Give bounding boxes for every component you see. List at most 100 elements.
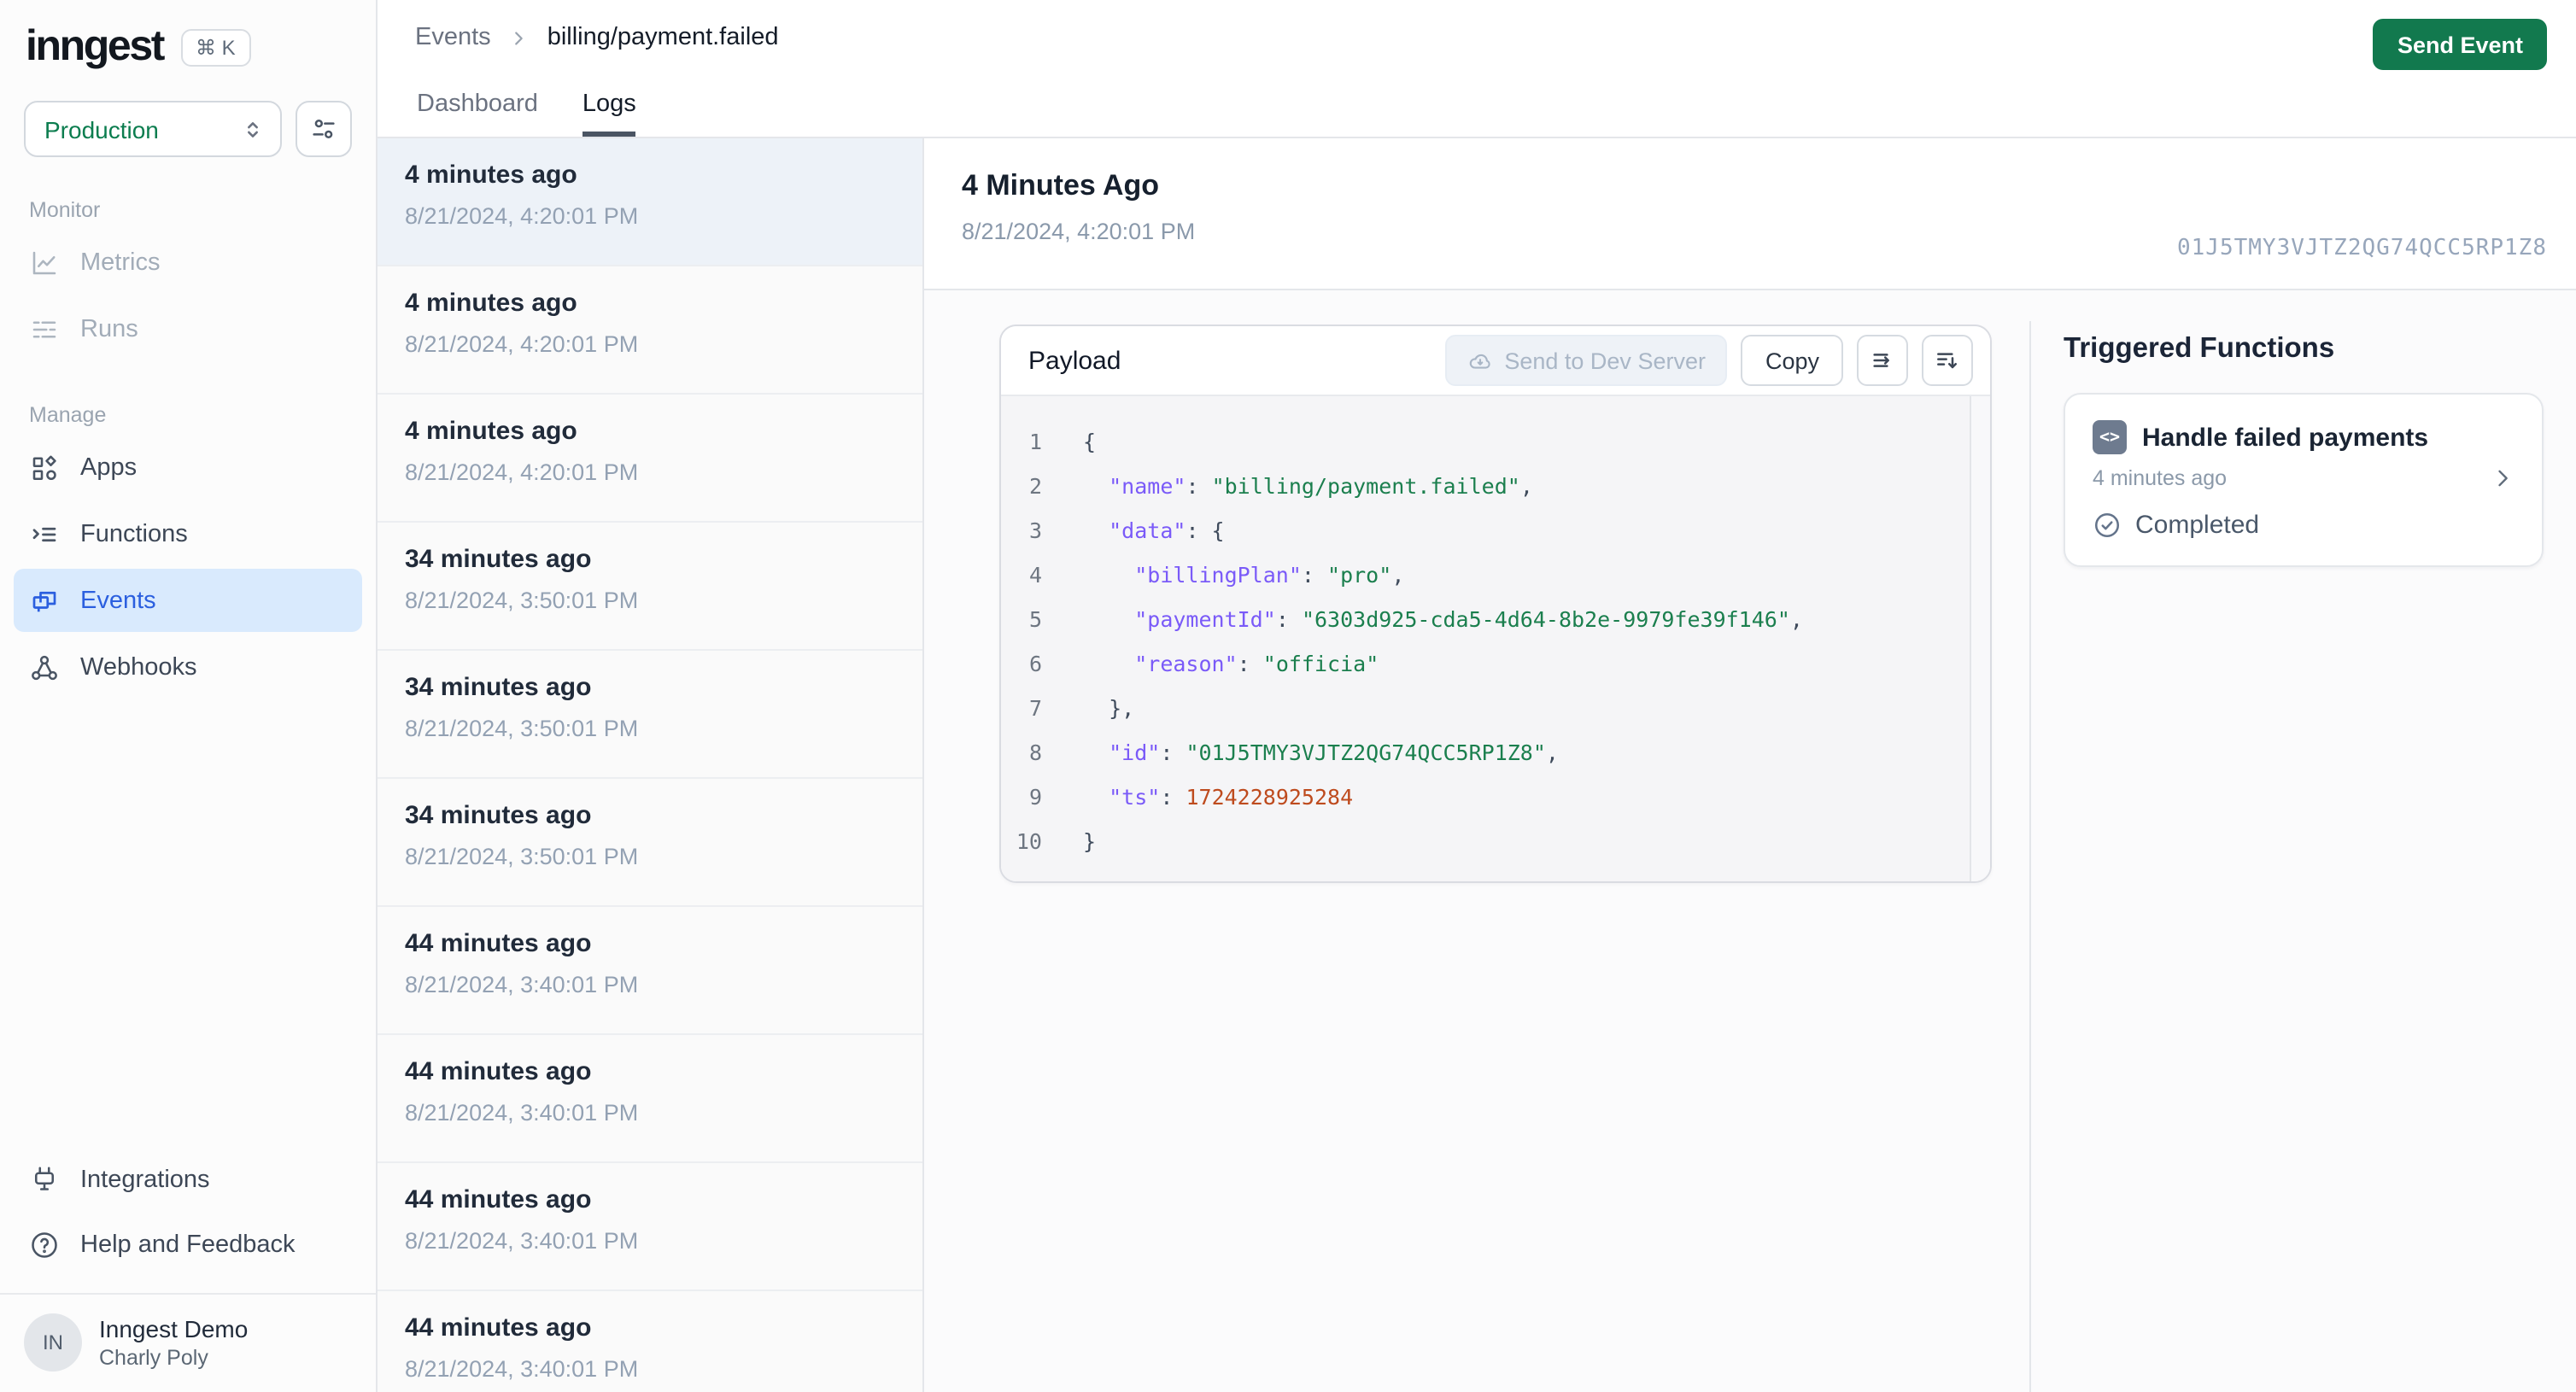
event-relative-time: 4 minutes ago [405,417,577,446]
event-list-item[interactable]: 44 minutes ago 8/21/2024, 3:40:01 PM [378,1035,922,1163]
payload-code-line: 9 "ts": 1724228925284 [1001,774,1990,818]
topbar: Events billing/payment.failed Dashboard … [378,0,2576,138]
scroll-to-bottom-button[interactable] [1922,335,1973,386]
sidebar-item-webhooks[interactable]: Webhooks [14,635,362,699]
line-content: "paymentId": "6303d925-cda5-4d64-8b2e-99… [1134,605,1803,631]
line-content: { [1083,428,1097,453]
event-timestamp: 8/21/2024, 3:40:01 PM [405,1100,639,1126]
word-wrap-button[interactable] [1857,335,1908,386]
payload-code-area: 1 { 2 "name": "billing/payment.failed", … [1001,396,1990,881]
event-list-item[interactable]: 44 minutes ago 8/21/2024, 3:40:01 PM [378,1163,922,1291]
sidebar-item-label: Events [80,587,156,614]
inngest-app: inngest ⌘ K Production Monitor Metrics R… [0,0,2576,1392]
sliders-icon [309,114,338,143]
command-k-shortcut[interactable]: ⌘ K [180,28,251,66]
function-run-time: 4 minutes ago [2093,466,2228,490]
line-content: "id": "01J5TMY3VJTZ2QG74QCC5RP1Z8", [1109,739,1559,764]
sidebar-item-label: Apps [80,453,138,481]
sidebar-item-label: Metrics [80,249,161,276]
triggered-function-card[interactable]: <> Handle failed payments 4 minutes ago [2064,393,2544,567]
line-number: 7 [1028,694,1042,720]
avatar: IN [24,1313,82,1372]
payload-code-line: 3 "data": { [1001,507,1990,552]
event-timestamp: 8/21/2024, 4:20:01 PM [405,203,639,229]
scroll-to-bottom-icon [1934,347,1961,374]
event-detail-header: 4 Minutes Ago 8/21/2024, 4:20:01 PM 01J5… [924,138,2576,290]
line-content: } [1083,828,1097,853]
payload-code-line: 10 } [1001,818,1990,863]
sidebar-item-functions[interactable]: Functions [14,502,362,565]
user-name: Charly Poly [99,1346,208,1370]
metrics-icon [29,247,60,278]
event-list-item[interactable]: 34 minutes ago 8/21/2024, 3:50:01 PM [378,523,922,651]
tab-dashboard[interactable]: Dashboard [417,91,538,137]
tab-bar: Dashboard Logs [417,91,2576,137]
event-relative-time: 4 minutes ago [405,161,577,190]
line-number: 3 [1028,517,1042,542]
event-list-item[interactable]: 34 minutes ago 8/21/2024, 3:50:01 PM [378,779,922,907]
chevron-right-icon [2491,466,2515,490]
event-id: 01J5TMY3VJTZ2QG74QCC5RP1Z8 [2177,236,2547,261]
event-timestamp: 8/21/2024, 4:20:01 PM [405,459,639,485]
event-timestamp: 8/21/2024, 3:50:01 PM [405,844,639,869]
line-number: 5 [1028,605,1042,631]
sidebar-item-apps[interactable]: Apps [14,436,362,499]
line-content: }, [1083,694,1135,720]
event-relative-time: 44 minutes ago [405,1057,592,1086]
payload-card-header: Payload Send to Dev Server Copy [1001,326,1990,396]
event-relative-time: 34 minutes ago [405,801,592,830]
code-scrollbar[interactable] [1970,396,1990,881]
payload-title: Payload [1028,346,1121,375]
sidebar-item-label: Integrations [80,1166,210,1193]
event-relative-time: 44 minutes ago [405,929,592,958]
sidebar-section-monitor: Monitor [29,198,101,222]
chevron-up-down-icon [241,117,265,141]
line-content: "data": { [1109,517,1225,542]
event-relative-time: 44 minutes ago [405,1185,592,1214]
sidebar-item-runs[interactable]: Runs [14,297,362,360]
sidebar-item-metrics[interactable]: Metrics [14,231,362,294]
event-list: 4 minutes ago 8/21/2024, 4:20:01 PM 4 mi… [378,138,924,1392]
sidebar-item-events[interactable]: Events [14,569,362,632]
event-list-item[interactable]: 44 minutes ago 8/21/2024, 3:40:01 PM [378,1291,922,1392]
sidebar: inngest ⌘ K Production Monitor Metrics R… [0,0,378,1392]
workspace-name: Inngest Demo [99,1315,249,1342]
breadcrumb-events-link[interactable]: Events [415,24,491,51]
triggered-functions-panel: Triggered Functions <> Handle failed pay… [2029,290,2576,1392]
event-list-item[interactable]: 44 minutes ago 8/21/2024, 3:40:01 PM [378,907,922,1035]
event-timestamp: 8/21/2024, 3:40:01 PM [405,1228,639,1254]
inngest-logo: inngest [26,22,165,70]
sidebar-item-label: Webhooks [80,653,197,681]
function-name: Handle failed payments [2142,423,2429,452]
event-list-item[interactable]: 34 minutes ago 8/21/2024, 3:50:01 PM [378,651,922,779]
user-menu[interactable]: IN Inngest Demo Charly Poly [0,1295,376,1392]
sidebar-item-help[interactable]: Help and Feedback [14,1213,362,1276]
line-content: "ts": 1724228925284 [1109,783,1354,809]
environment-settings-button[interactable] [296,101,352,157]
function-code-icon: <> [2093,420,2127,454]
send-to-dev-server-label: Send to Dev Server [1504,348,1706,373]
sidebar-item-integrations[interactable]: Integrations [14,1148,362,1211]
send-event-button[interactable]: Send Event [2373,19,2547,70]
payload-section: Payload Send to Dev Server Copy 1 {2 "n… [924,290,2029,1392]
apps-icon [29,452,60,483]
payload-code-line: 6 "reason": "officia" [1001,640,1990,685]
line-content: "billingPlan": "pro", [1134,561,1405,587]
send-to-dev-server-button[interactable]: Send to Dev Server [1444,335,1728,386]
payload-card: Payload Send to Dev Server Copy 1 {2 "n… [999,325,1992,883]
line-number: 10 [1016,828,1042,853]
triggered-functions-heading: Triggered Functions [2064,333,2335,364]
payload-code-line: 5 "paymentId": "6303d925-cda5-4d64-8b2e-… [1001,596,1990,640]
event-timestamp: 8/21/2024, 3:40:01 PM [405,1356,639,1382]
payload-code: 1 { 2 "name": "billing/payment.failed", … [1001,418,1990,863]
event-list-item[interactable]: 4 minutes ago 8/21/2024, 4:20:01 PM [378,266,922,395]
line-number: 6 [1028,650,1042,676]
help-icon [29,1229,60,1260]
environment-selector[interactable]: Production [24,101,282,157]
event-list-item[interactable]: 4 minutes ago 8/21/2024, 4:20:01 PM [378,138,922,266]
copy-button[interactable]: Copy [1741,335,1843,386]
event-list-item[interactable]: 4 minutes ago 8/21/2024, 4:20:01 PM [378,395,922,523]
tab-logs[interactable]: Logs [582,91,636,137]
payload-code-line: 1 { [1001,418,1990,463]
event-relative-time: 34 minutes ago [405,673,592,702]
